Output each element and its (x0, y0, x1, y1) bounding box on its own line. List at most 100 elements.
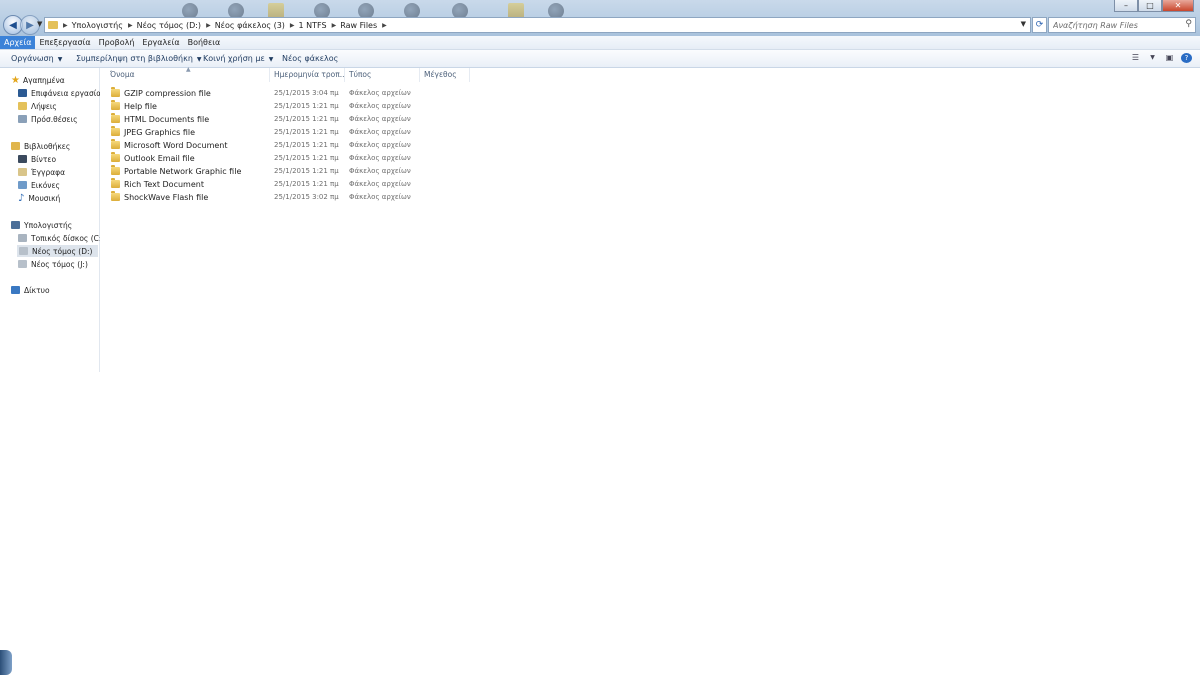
chevron-right-icon[interactable]: ▶ (290, 22, 295, 29)
file-name: HTML Documents file (124, 115, 210, 124)
sidebar-item-pictures[interactable]: Εικόνες (18, 179, 60, 191)
maximize-button[interactable]: □ (1138, 0, 1162, 12)
sidebar-item-music[interactable]: ♪ Μουσική (18, 192, 60, 204)
breadcrumb-drive-d[interactable]: Νέος τόμος (D:) (137, 21, 201, 30)
new-folder-button[interactable]: Νέος φάκελος (282, 50, 338, 67)
recent-pages-dropdown-icon[interactable]: ▼ (37, 20, 42, 28)
file-type: Φάκελος αρχείων (349, 180, 411, 188)
sidebar-computer[interactable]: Υπολογιστής (11, 219, 72, 231)
sidebar-item-documents[interactable]: Έγγραφα (18, 166, 65, 178)
folder-icon (111, 100, 120, 110)
sidebar-item-drive-j[interactable]: Νέος τόμος (J:) (18, 258, 88, 270)
documents-icon (18, 168, 27, 176)
minimize-button[interactable]: – (1114, 0, 1138, 12)
menu-edit[interactable]: Επεξεργασία (35, 36, 94, 49)
chevron-down-icon: ▼ (57, 56, 63, 63)
folder-icon (111, 165, 120, 175)
include-in-library-label: Συμπερίληψη στη βιβλιοθήκη (76, 54, 193, 63)
search-box[interactable]: ⚲ (1048, 17, 1196, 33)
file-row[interactable]: ShockWave Flash file 25/1/2015 3:02 πμ Φ… (100, 191, 500, 204)
file-row[interactable]: HTML Documents file 25/1/2015 1:21 πμ Φά… (100, 113, 500, 126)
close-button[interactable]: ✕ (1162, 0, 1194, 12)
file-row[interactable]: Portable Network Graphic file 25/1/2015 … (100, 165, 500, 178)
file-date: 25/1/2015 1:21 πμ (274, 115, 339, 123)
menu-help[interactable]: Βοήθεια (184, 36, 225, 49)
search-icon[interactable]: ⚲ (1185, 19, 1192, 29)
breadcrumb-new-folder-3[interactable]: Νέος φάκελος (3) (215, 21, 285, 30)
file-row[interactable]: Microsoft Word Document 25/1/2015 1:21 π… (100, 139, 500, 152)
sidebar-favorites[interactable]: ★ Αγαπημένα (11, 74, 65, 86)
file-date: 25/1/2015 3:04 πμ (274, 89, 339, 97)
column-header-size[interactable]: Μέγεθος (420, 68, 470, 82)
sidebar-network[interactable]: Δίκτυο (11, 284, 50, 296)
menu-file[interactable]: Αρχεία (0, 36, 36, 49)
address-history-dropdown-icon[interactable]: ▼ (1021, 20, 1026, 28)
column-header-name[interactable]: Όνομα (106, 68, 270, 82)
organize-button[interactable]: Οργάνωση ▼ (11, 50, 62, 68)
include-in-library-button[interactable]: Συμπερίληψη στη βιβλιοθήκη ▼ (76, 50, 202, 68)
menu-tools[interactable]: Εργαλεία (138, 36, 183, 49)
file-row[interactable]: Rich Text Document 25/1/2015 1:21 πμ Φάκ… (100, 178, 500, 191)
sidebar-item-videos[interactable]: Βίντεο (18, 153, 56, 165)
chevron-right-icon[interactable]: ▶ (206, 22, 211, 29)
folder-icon (111, 87, 120, 97)
file-row[interactable]: Outlook Email file 25/1/2015 1:21 πμ Φάκ… (100, 152, 500, 165)
sidebar-item-desktop[interactable]: Επιφάνεια εργασίας (18, 87, 106, 99)
breadcrumb-computer[interactable]: Υπολογιστής (72, 21, 123, 30)
navigation-row: ◀ ▶ ▼ ▶ Υπολογιστής ▶ Νέος τόμος (D:) ▶ … (0, 14, 1200, 35)
file-list: ▲ Όνομα Ημερομηνία τροπ... Τύπος Μέγεθος… (100, 66, 1200, 372)
file-row[interactable]: JPEG Graphics file 25/1/2015 1:21 πμ Φάκ… (100, 126, 500, 139)
address-bar[interactable]: ▶ Υπολογιστής ▶ Νέος τόμος (D:) ▶ Νέος φ… (44, 17, 1031, 33)
start-orb-icon[interactable] (0, 650, 12, 675)
windows-drive-icon (18, 234, 27, 242)
file-name: ShockWave Flash file (124, 193, 209, 202)
refresh-button[interactable]: ⟳ (1032, 17, 1047, 33)
menu-view[interactable]: Προβολή (95, 36, 139, 49)
help-icon[interactable]: ? (1181, 53, 1192, 63)
file-name: GZIP compression file (124, 89, 211, 98)
folder-icon (111, 113, 120, 123)
folder-icon (48, 21, 58, 29)
sidebar-item-downloads[interactable]: Λήψεις (18, 100, 57, 112)
file-row[interactable]: GZIP compression file 25/1/2015 3:04 πμ … (100, 87, 500, 100)
share-with-button[interactable]: Κοινή χρήση με ▼ (203, 50, 273, 68)
sidebar-item-label: Μουσική (28, 193, 61, 203)
chevron-right-icon[interactable]: ▶ (382, 22, 387, 29)
sidebar-label: Αγαπημένα (22, 75, 65, 85)
breadcrumb-1-ntfs[interactable]: 1 NTFS (299, 21, 327, 30)
search-input[interactable] (1049, 20, 1183, 30)
sidebar-libraries[interactable]: Βιβλιοθήκες (11, 140, 70, 152)
pictures-icon (18, 181, 27, 189)
file-name: Portable Network Graphic file (124, 167, 242, 176)
file-type: Φάκελος αρχείων (349, 167, 411, 175)
star-icon: ★ (11, 74, 20, 86)
chevron-down-icon: ▼ (196, 56, 202, 63)
chevron-down-icon: ▼ (268, 56, 274, 63)
desktop-icon (18, 89, 27, 97)
sidebar-item-label: Πρόσ.θέσεις (31, 114, 78, 124)
column-header-date-modified[interactable]: Ημερομηνία τροπ... (270, 68, 345, 82)
file-date: 25/1/2015 1:21 πμ (274, 180, 339, 188)
file-type: Φάκελος αρχείων (349, 89, 411, 97)
sidebar-item-recent-places[interactable]: Πρόσ.θέσεις (18, 113, 78, 125)
sidebar-item-drive-d[interactable]: Νέος τόμος (D:) (17, 245, 98, 257)
sidebar-item-drive-c[interactable]: Τοπικός δίσκος (C:) (18, 232, 104, 244)
breadcrumb-raw-files[interactable]: Raw Files (340, 21, 377, 30)
file-date: 25/1/2015 1:21 πμ (274, 141, 339, 149)
share-with-label: Κοινή χρήση με (203, 54, 265, 63)
file-date: 25/1/2015 1:21 πμ (274, 154, 339, 162)
preview-pane-icon[interactable]: ▣ (1164, 53, 1175, 63)
chevron-right-icon[interactable]: ▶ (63, 22, 68, 29)
refresh-icon: ⟳ (1035, 20, 1044, 30)
file-row[interactable]: Help file 25/1/2015 1:21 πμ Φάκελος αρχε… (100, 100, 500, 113)
folder-icon (111, 178, 120, 188)
change-view-icon[interactable]: ☰ (1130, 53, 1141, 63)
file-date: 25/1/2015 1:21 πμ (274, 102, 339, 110)
chevron-right-icon[interactable]: ▶ (332, 22, 337, 29)
computer-icon (11, 221, 20, 229)
chevron-down-icon[interactable]: ▼ (1147, 53, 1158, 63)
organize-label: Οργάνωση (11, 54, 54, 63)
navigation-pane: ★ Αγαπημένα Επιφάνεια εργασίας Λήψεις Πρ… (0, 68, 106, 372)
column-header-type[interactable]: Τύπος (345, 68, 420, 82)
chevron-right-icon[interactable]: ▶ (128, 22, 133, 29)
